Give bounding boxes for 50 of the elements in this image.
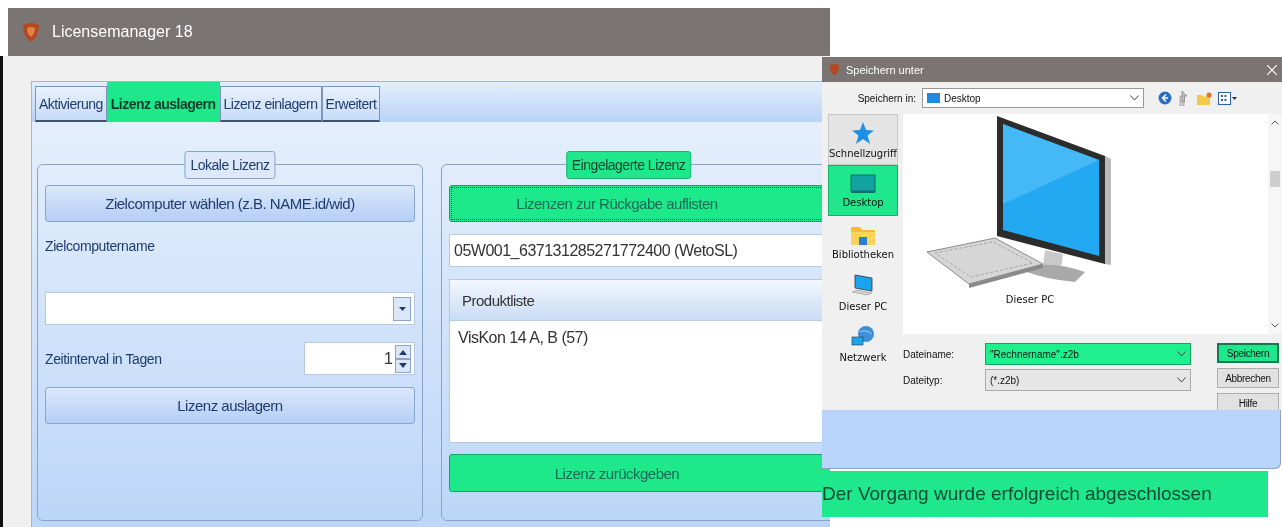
filetype-combobox[interactable]: (*.z2b) [985, 369, 1191, 391]
interval-spinner[interactable]: 1 [304, 342, 415, 375]
chevron-down-icon [1130, 95, 1139, 101]
group-legend: Lokale Lizenz [184, 151, 276, 179]
tab[interactable]: Lizenz einlagern [219, 86, 322, 122]
dialog-button[interactable]: Abbrechen [1217, 368, 1279, 388]
dropdown-arrow-icon [398, 306, 406, 311]
list-item[interactable]: VisKon 14 A, B (57) [450, 321, 830, 355]
export-license-button[interactable]: Lizenz auslagern [45, 387, 415, 424]
place-item[interactable]: Schnellzugriff [828, 114, 898, 165]
place-item[interactable]: Desktop [828, 165, 898, 216]
status-message: Der Vorgang wurde erfolgreich abgeschlossen [822, 471, 1268, 517]
dialog-button[interactable]: Hilfe [1217, 393, 1279, 410]
spin-arrows-icon [395, 344, 411, 373]
chevron-down-icon [1177, 377, 1186, 383]
scrollbar-thumb[interactable] [1270, 171, 1280, 187]
field-label: Dateiname: [903, 348, 956, 360]
select-computer-button[interactable]: Zielcomputer wählen (z.B. NAME.id/wid) [45, 185, 415, 222]
file-item[interactable]: Dieser PC [925, 114, 1135, 326]
network-icon [850, 324, 876, 349]
tab[interactable]: Aktivierung [35, 86, 107, 122]
filename-field[interactable]: "Rechnername".z2b [985, 343, 1191, 365]
view-menu-icon[interactable] [1218, 91, 1238, 105]
desktop-icon [850, 173, 876, 194]
place-item[interactable]: Dieser PC [828, 267, 898, 318]
tab[interactable]: Erweitert [321, 86, 381, 122]
scrollbar[interactable] [1268, 114, 1282, 334]
chevron-down-icon [1271, 323, 1279, 328]
window-title: Licensemanager 18 [52, 23, 193, 41]
location-combobox[interactable]: Desktop [922, 88, 1144, 108]
shield-icon [20, 21, 42, 43]
field-label: Speichern in: [856, 92, 916, 104]
dialog-button[interactable]: Speichern [1217, 343, 1279, 363]
computer-name-combobox[interactable] [45, 292, 415, 325]
field-label: Dateityp: [903, 374, 944, 386]
chevron-down-icon [1177, 351, 1186, 357]
computer-icon [850, 273, 876, 298]
star-icon [851, 120, 875, 145]
place-item[interactable]: Bibliotheken [828, 216, 898, 267]
chevron-up-icon [1271, 120, 1279, 125]
back-icon[interactable] [1158, 91, 1172, 105]
field-label: Zeitinterval in Tagen [45, 350, 162, 367]
close-icon[interactable] [1267, 64, 1277, 75]
group-legend: Eingelagerte Lizenz [565, 151, 692, 179]
new-folder-icon[interactable] [1197, 91, 1212, 105]
field-label: Zielcomputername [45, 238, 156, 256]
place-item[interactable]: Netzwerk [828, 318, 898, 369]
shield-icon [828, 63, 841, 76]
tab[interactable]: Lizenz auslagern [106, 82, 220, 122]
dialog-title: Speichern unter [846, 63, 924, 76]
